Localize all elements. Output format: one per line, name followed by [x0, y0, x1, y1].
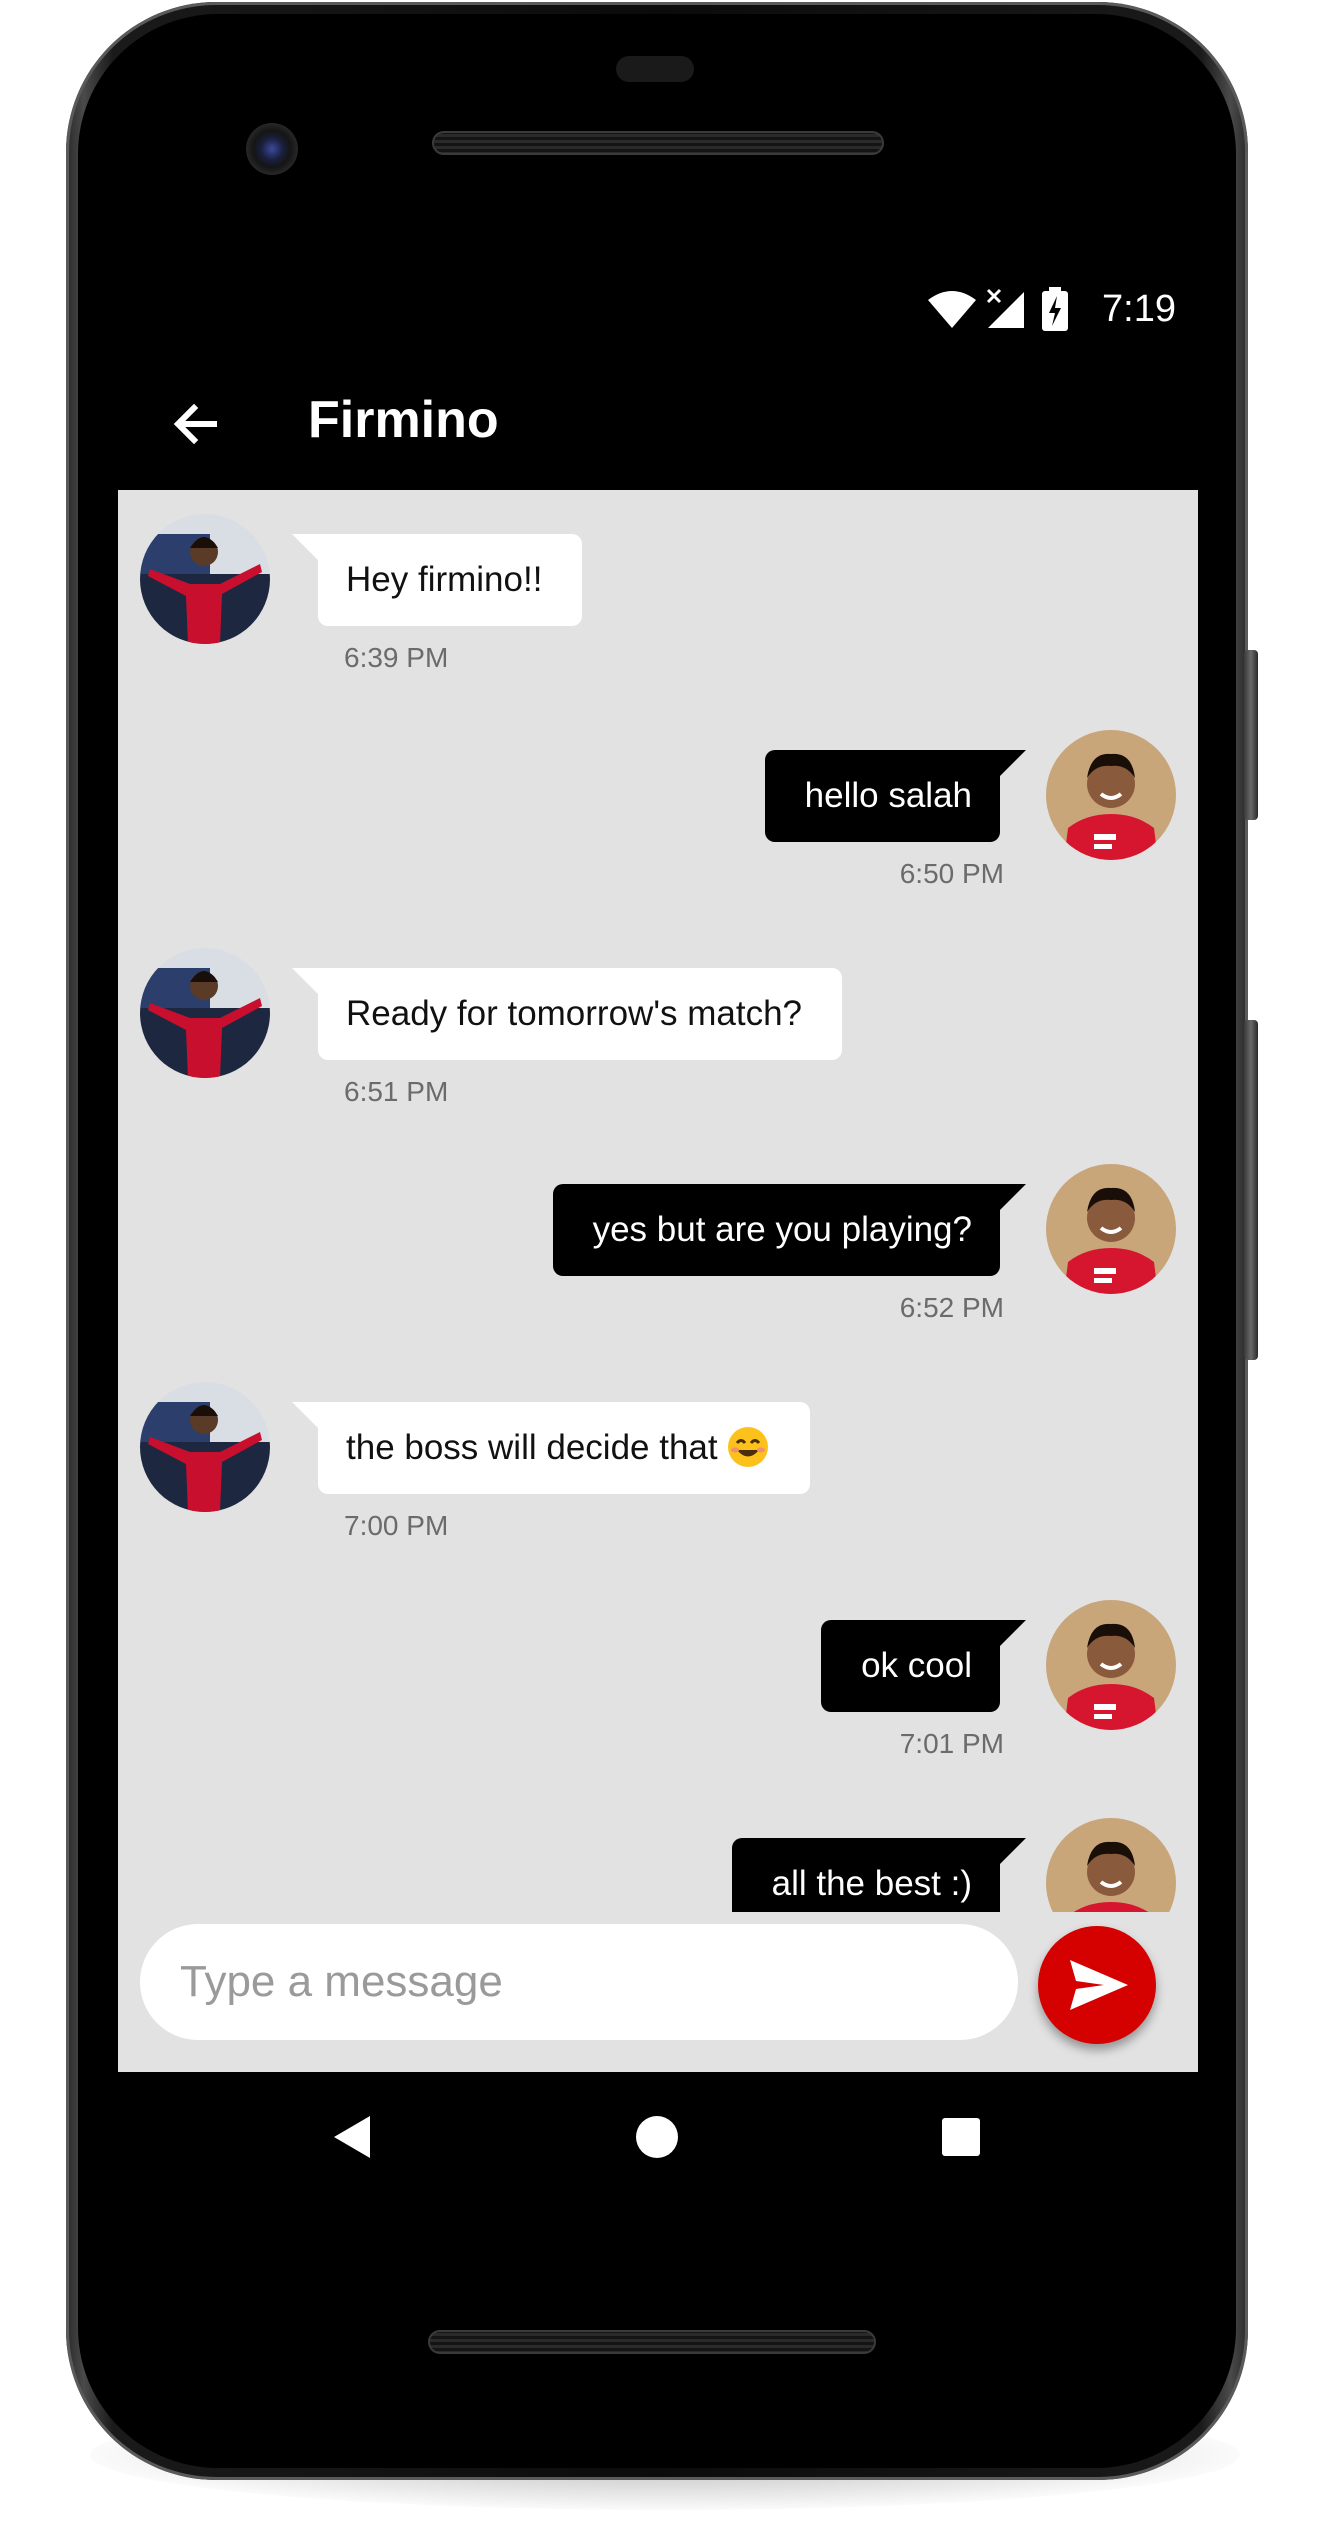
message-incoming: Ready for tomorrow's match? 6:51 PM — [118, 928, 1198, 1148]
message-time: 6:39 PM — [344, 642, 449, 673]
message-text: ok cool — [861, 1646, 972, 1685]
avatar-salah[interactable] — [140, 1382, 270, 1512]
send-icon — [1070, 1960, 1128, 2010]
message-text: yes but are you playing? — [592, 1210, 972, 1249]
battery-charging-icon — [1042, 287, 1068, 331]
message-text: hello salah — [804, 776, 972, 815]
chat-screen: Hey firmino!! 6:39 PM hello salah 6:50 P… — [118, 490, 1198, 2072]
front-camera — [246, 123, 298, 175]
avatar-salah[interactable] — [140, 514, 270, 644]
firmino-avatar-image — [1046, 1164, 1176, 1294]
signal-no-service-icon — [986, 288, 1024, 328]
message-bubble[interactable]: Hey firmino!! — [291, 534, 583, 626]
conversation-title: Firmino — [308, 391, 499, 449]
message-outgoing: all the best :) — [118, 1798, 1198, 1912]
avatar-firmino[interactable] — [1046, 1818, 1176, 1912]
message-text: Ready for tomorrow's match? — [346, 994, 803, 1033]
message-bubble[interactable]: ok cool — [821, 1620, 1026, 1712]
message-bubble[interactable]: yes but are you playing? — [552, 1184, 1027, 1276]
arrow-back-icon — [173, 403, 217, 445]
navigation-bar — [118, 2072, 1198, 2202]
firmino-avatar-image — [1046, 1600, 1176, 1730]
message-outgoing: yes but are you playing? 6:52 PM — [118, 1144, 1198, 1364]
message-composer — [118, 1912, 1198, 2072]
status-icons — [926, 287, 1086, 332]
salah-avatar-image — [140, 1382, 270, 1512]
sensor-pill — [616, 56, 694, 82]
nav-back-button[interactable] — [308, 2092, 398, 2182]
message-list[interactable]: Hey firmino!! 6:39 PM hello salah 6:50 P… — [118, 490, 1198, 1912]
message-outgoing: hello salah 6:50 PM — [118, 710, 1198, 930]
status-bar: 7:19 — [118, 280, 1198, 340]
nav-home-icon — [636, 2116, 678, 2158]
message-time: 7:00 PM — [344, 1510, 449, 1541]
avatar-salah[interactable] — [140, 948, 270, 1078]
message-incoming: Hey firmino!! 6:39 PM — [118, 494, 1198, 714]
message-text: all the best :) — [771, 1864, 972, 1903]
nav-recents-button[interactable] — [916, 2092, 1006, 2182]
firmino-avatar-image — [1046, 730, 1176, 860]
message-text: the boss will decide that — [346, 1428, 718, 1467]
avatar-firmino[interactable] — [1046, 1600, 1176, 1730]
nav-home-button[interactable] — [612, 2092, 702, 2182]
earpiece-speaker — [432, 131, 884, 155]
firmino-avatar-image — [1046, 1818, 1176, 1912]
send-button[interactable] — [1038, 1926, 1156, 2044]
message-time: 6:50 PM — [899, 858, 1004, 889]
message-time: 6:52 PM — [899, 1292, 1004, 1323]
wifi-icon — [928, 291, 976, 328]
nav-back-icon — [334, 2116, 370, 2158]
message-input[interactable] — [140, 1924, 1018, 2040]
avatar-firmino[interactable] — [1046, 1164, 1176, 1294]
message-outgoing: ok cool 7:01 PM — [118, 1580, 1198, 1800]
smiling-face-emoji — [727, 1426, 768, 1467]
salah-avatar-image — [140, 948, 270, 1078]
app-bar: Firmino — [118, 360, 1198, 490]
back-button[interactable] — [158, 386, 234, 462]
message-time: 6:51 PM — [344, 1076, 449, 1107]
message-bubble[interactable]: the boss will decide that — [292, 1402, 810, 1494]
nav-recents-icon — [942, 2118, 980, 2156]
salah-avatar-image — [140, 514, 270, 644]
message-incoming: the boss will decide that 7:00 PM — [118, 1362, 1198, 1582]
status-time: 7:19 — [1102, 288, 1176, 330]
message-bubble[interactable]: Ready for tomorrow's match? — [291, 968, 843, 1060]
bottom-speaker — [428, 2330, 876, 2354]
message-bubble[interactable]: hello salah — [764, 750, 1027, 842]
message-text: Hey firmino!! — [346, 560, 543, 599]
message-time: 7:01 PM — [899, 1728, 1004, 1759]
avatar-firmino[interactable] — [1046, 730, 1176, 860]
message-bubble[interactable]: all the best :) — [731, 1838, 1027, 1912]
power-button — [1244, 650, 1258, 820]
volume-rocker — [1244, 1020, 1258, 1360]
